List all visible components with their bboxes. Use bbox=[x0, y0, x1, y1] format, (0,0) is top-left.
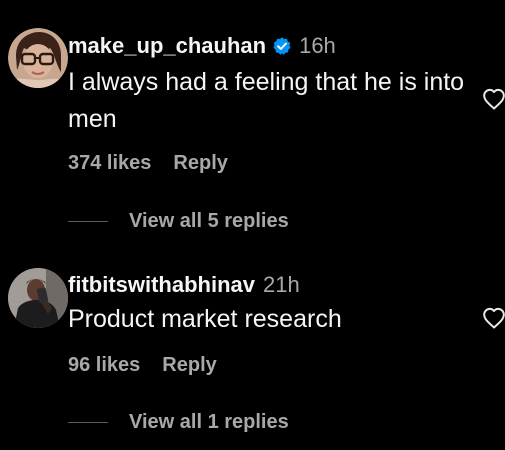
username[interactable]: fitbitswithabhinav bbox=[68, 272, 255, 298]
reply-button[interactable]: Reply bbox=[162, 354, 216, 376]
reply-button[interactable]: Reply bbox=[173, 152, 227, 174]
comment-item: make_up_chauhan 16h I always had a feeli… bbox=[0, 0, 505, 232]
timestamp: 16h bbox=[299, 33, 336, 58]
avatar[interactable] bbox=[8, 28, 68, 88]
view-replies-button[interactable]: View all 5 replies bbox=[68, 210, 289, 233]
comment-item: fitbitswithabhinav 21h Product market re… bbox=[0, 240, 505, 433]
comment-text: Product market research bbox=[68, 305, 342, 333]
avatar-image bbox=[8, 28, 68, 88]
comment-header: make_up_chauhan 16h bbox=[68, 33, 336, 59]
username[interactable]: make_up_chauhan bbox=[68, 33, 266, 59]
avatar[interactable] bbox=[8, 268, 68, 328]
likes-count[interactable]: 96 likes bbox=[68, 354, 140, 376]
view-replies-label: View all 5 replies bbox=[129, 210, 289, 232]
comment-actions: 96 likes Reply bbox=[68, 354, 217, 377]
timestamp: 21h bbox=[263, 272, 300, 297]
heart-outline-icon[interactable] bbox=[482, 307, 505, 329]
comment-header: fitbitswithabhinav 21h bbox=[68, 272, 300, 298]
view-replies-label: View all 1 replies bbox=[129, 411, 289, 433]
view-replies-button[interactable]: View all 1 replies bbox=[68, 411, 289, 434]
divider-line bbox=[68, 221, 108, 222]
comment-actions: 374 likes Reply bbox=[68, 152, 228, 175]
avatar-image bbox=[8, 268, 68, 328]
comment-text: I always had a feeling that he is into m… bbox=[68, 68, 465, 133]
divider-line bbox=[68, 422, 108, 423]
verified-badge-icon bbox=[272, 36, 292, 56]
likes-count[interactable]: 374 likes bbox=[68, 152, 151, 174]
heart-outline-icon[interactable] bbox=[482, 88, 505, 110]
